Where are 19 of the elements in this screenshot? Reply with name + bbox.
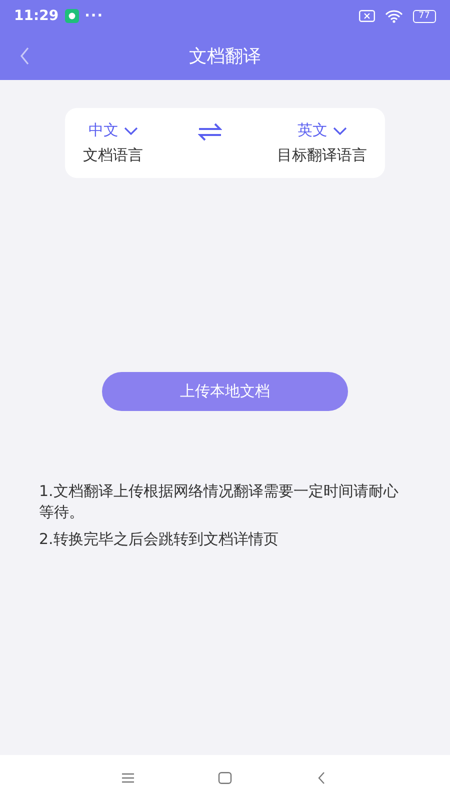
source-language-label: 文档语言 (83, 146, 143, 165)
swap-icon[interactable] (198, 123, 222, 141)
instruction-text: 2.转换完毕之后会跳转到文档详情页 (39, 529, 280, 550)
instruction-text: 1.文档翻译上传根据网络情况翻译需要一定时间请耐心等待。 (39, 481, 400, 523)
wifi-icon (384, 10, 403, 22)
menu-icon[interactable] (121, 772, 136, 784)
page-title: 文档翻译 (189, 45, 261, 68)
target-language-label: 目标翻译语言 (277, 146, 367, 165)
upload-button[interactable]: 上传本地文档 (102, 372, 348, 411)
chevron-down-icon (124, 126, 138, 134)
notification-more: ··· (84, 8, 104, 24)
source-language-select[interactable]: 中文 (88, 121, 138, 140)
target-language-select[interactable]: 英文 (298, 121, 346, 140)
no-sim-icon (358, 10, 375, 22)
back-icon[interactable] (20, 47, 30, 65)
chevron-down-icon (332, 126, 346, 134)
home-icon[interactable] (218, 772, 232, 784)
battery-level: 77 (412, 10, 436, 22)
status-time: 11:29 (14, 8, 59, 24)
